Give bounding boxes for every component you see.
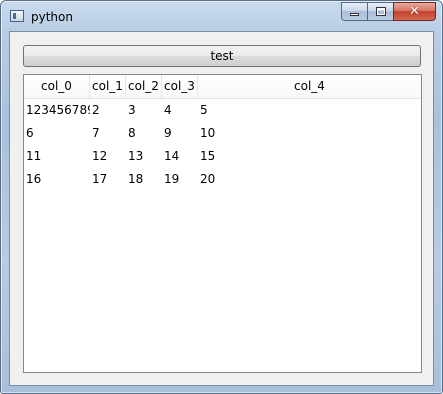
table-cell[interactable]: 17 — [90, 168, 126, 191]
table-row[interactable]: 6 7 8 9 10 — [24, 122, 421, 145]
table-cell[interactable]: 1234567890 — [24, 99, 90, 122]
caption-buttons: ✕ — [341, 2, 436, 22]
table-cell[interactable]: 18 — [126, 168, 162, 191]
minimize-icon — [350, 13, 359, 16]
table-cell[interactable]: 12 — [90, 145, 126, 168]
minimize-button[interactable] — [341, 2, 367, 21]
client-area: test col_0 col_1 col_2 col_3 col_4 12345… — [9, 31, 434, 386]
table-row[interactable]: 11 12 13 14 15 — [24, 145, 421, 168]
table-row[interactable]: 1234567890 2 3 4 5 — [24, 99, 421, 122]
column-header-col-0[interactable]: col_0 — [24, 75, 90, 98]
table-cell[interactable]: 14 — [162, 145, 198, 168]
table-cell[interactable]: 3 — [126, 99, 162, 122]
data-table[interactable]: col_0 col_1 col_2 col_3 col_4 1234567890… — [23, 74, 422, 373]
column-header-col-4[interactable]: col_4 — [198, 75, 421, 98]
table-cell[interactable]: 19 — [162, 168, 198, 191]
window-title: python — [31, 10, 73, 24]
maximize-button[interactable] — [367, 2, 393, 21]
table-cell[interactable]: 9 — [162, 122, 198, 145]
table-cell[interactable]: 2 — [90, 99, 126, 122]
table-cell[interactable]: 20 — [198, 168, 421, 191]
title-bar[interactable]: python ✕ — [1, 1, 442, 31]
table-cell[interactable]: 15 — [198, 145, 421, 168]
table-cell[interactable]: 5 — [198, 99, 421, 122]
column-header-col-1[interactable]: col_1 — [90, 75, 126, 98]
close-icon: ✕ — [409, 4, 420, 19]
table-cell[interactable]: 11 — [24, 145, 90, 168]
table-cell[interactable]: 6 — [24, 122, 90, 145]
table-cell[interactable]: 16 — [24, 168, 90, 191]
close-button[interactable]: ✕ — [393, 2, 436, 21]
maximize-icon — [375, 7, 386, 16]
table-cell[interactable]: 4 — [162, 99, 198, 122]
table-cell[interactable]: 8 — [126, 122, 162, 145]
column-header-col-3[interactable]: col_3 — [162, 75, 198, 98]
app-window: python ✕ test col_0 col_1 col_2 col_3 co… — [0, 0, 443, 394]
table-cell[interactable]: 7 — [90, 122, 126, 145]
column-header-col-2[interactable]: col_2 — [126, 75, 162, 98]
python-window-icon[interactable] — [10, 10, 24, 22]
table-header: col_0 col_1 col_2 col_3 col_4 — [24, 75, 421, 99]
test-button[interactable]: test — [23, 45, 421, 67]
table-cell[interactable]: 10 — [198, 122, 421, 145]
table-row[interactable]: 16 17 18 19 20 — [24, 168, 421, 191]
table-cell[interactable]: 13 — [126, 145, 162, 168]
